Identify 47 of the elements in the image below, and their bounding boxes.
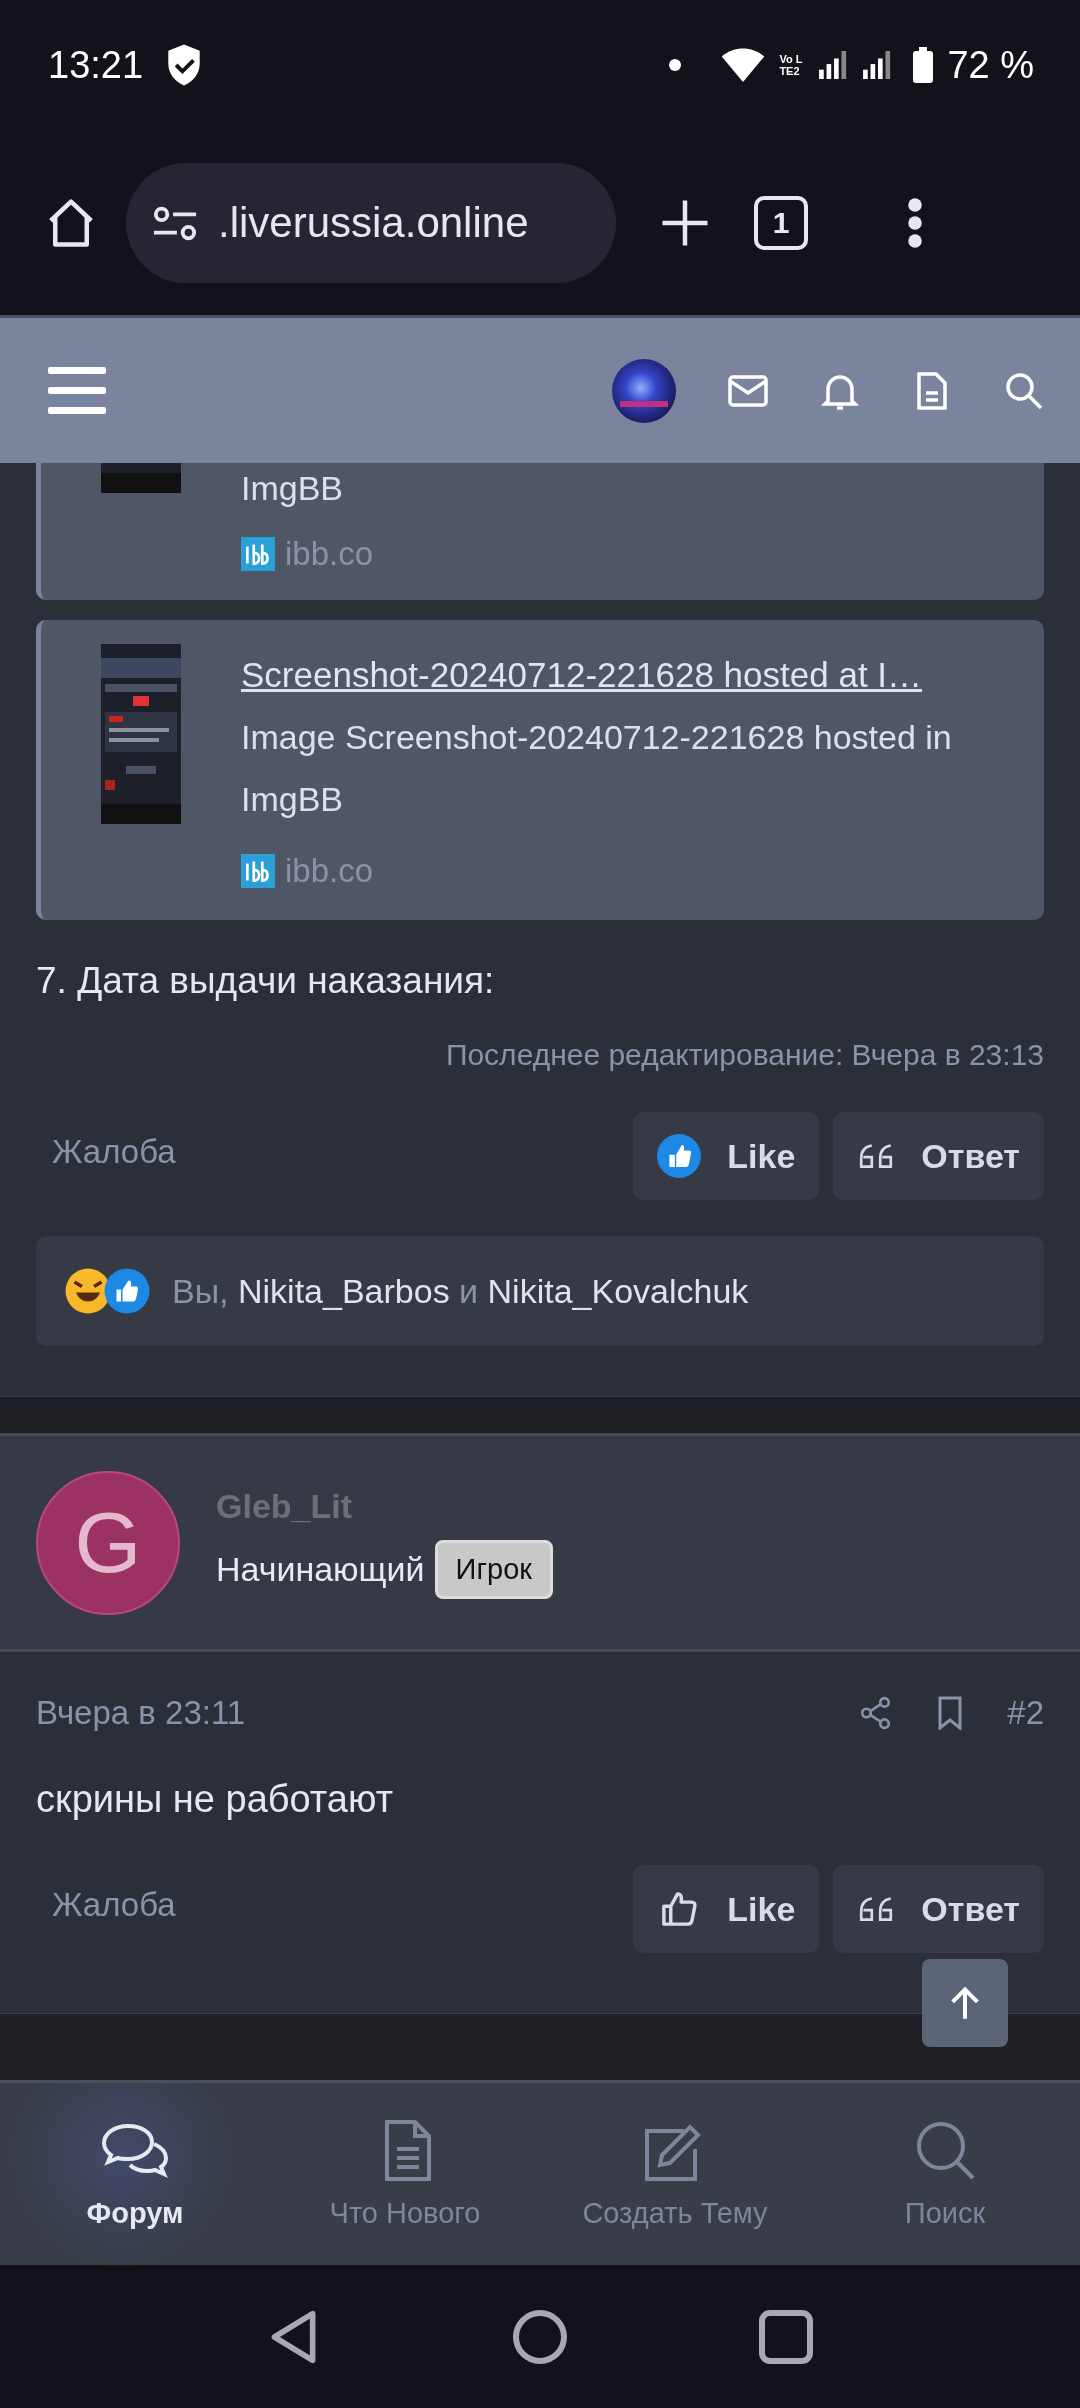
user-title: Начинающий: [216, 1549, 425, 1589]
user-link[interactable]: Nikita_Barbos: [238, 1271, 450, 1310]
link-title[interactable]: Screenshot-20240712-221628 hosted at I…: [241, 644, 1024, 706]
wifi-icon: [721, 48, 766, 82]
like-button[interactable]: Like: [633, 1112, 820, 1200]
nav-tab[interactable]: Поиск: [810, 2083, 1080, 2265]
menu-icon[interactable]: [48, 366, 106, 415]
link-description: Image Screenshot-20240712-221628 hosted in ImgBB: [241, 717, 953, 820]
home-button-icon[interactable]: [512, 2308, 568, 2365]
clock: 13:21: [48, 43, 144, 87]
avatar[interactable]: G: [36, 1470, 180, 1615]
reply-button[interactable]: Ответ: [833, 1865, 1044, 1953]
tab-count-button[interactable]: 1: [754, 195, 808, 250]
site-settings-icon: [152, 204, 198, 241]
reply-button[interactable]: Ответ: [833, 1112, 1044, 1200]
link-description: ImgBB: [241, 468, 345, 509]
site-logo-icon: [241, 537, 275, 571]
link-preview-card[interactable]: ImgBB ibb.co: [36, 463, 1044, 600]
like-button[interactable]: Like: [633, 1865, 820, 1953]
report-link[interactable]: Жалоба: [36, 1886, 192, 1924]
link-domain: ibb.co: [285, 852, 374, 890]
post-text: 7. Дата выдачи наказания:: [36, 960, 496, 1002]
nav-tab[interactable]: Создать Тему: [540, 2083, 810, 2265]
search-icon[interactable]: [1004, 370, 1044, 411]
reactions-bar[interactable]: Вы, Nikita_Barbos и Nikita_Kovalchuk: [36, 1236, 1044, 1346]
post-date[interactable]: Вчера в 23:11: [36, 1694, 246, 1732]
thumbs-up-icon: [657, 1134, 702, 1178]
battery-percent: 72 %: [947, 43, 1034, 87]
site-logo-icon: [241, 854, 275, 888]
post-number[interactable]: #2: [1007, 1694, 1044, 1732]
more-options-icon[interactable]: [906, 195, 924, 250]
address-bar[interactable]: .liverussia.online: [126, 162, 616, 283]
report-link[interactable]: Жалоба: [36, 1133, 192, 1171]
network-label: Vo LTE2: [779, 53, 804, 77]
link-domain: ibb.co: [285, 535, 374, 573]
reactions-text: Вы, Nikita_Barbos и Nikita_Kovalchuk: [172, 1271, 749, 1311]
battery-icon: [913, 46, 934, 84]
post-text: скрины не работают: [36, 1778, 395, 1821]
scroll-to-top-button[interactable]: [922, 1959, 1008, 2047]
nav-tab[interactable]: Что Нового: [270, 2083, 540, 2265]
link-preview-card[interactable]: Screenshot-20240712-221628 hosted at I… Image Screenshot-20240712-221628 hosted in ImgBB ibb.co: [36, 620, 1044, 920]
recents-icon[interactable]: [758, 2308, 814, 2365]
user-avatar[interactable]: [612, 358, 676, 423]
user-link[interactable]: Nikita_Kovalchuk: [487, 1271, 749, 1310]
edit-note: Последнее редактирование: Вчера в 23:13: [445, 1038, 1044, 1072]
notification-dot-icon: [669, 59, 682, 71]
user-badge: Игрок: [434, 1539, 553, 1599]
